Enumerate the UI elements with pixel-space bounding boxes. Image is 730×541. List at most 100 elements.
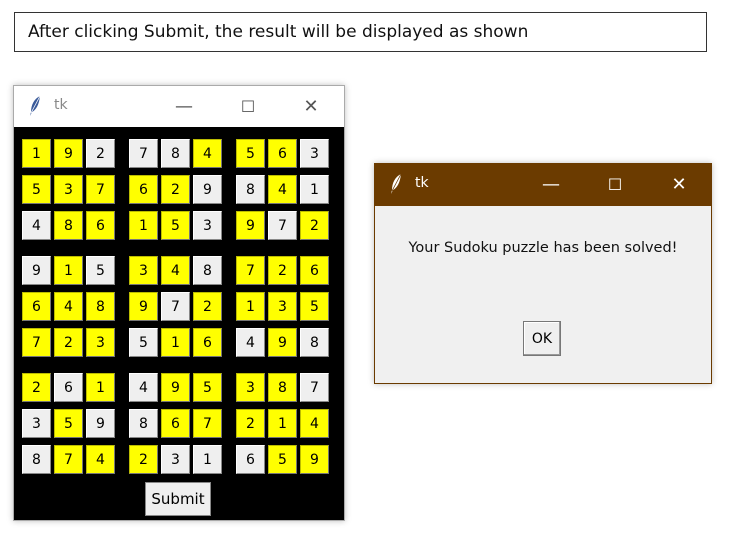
sudoku-cell[interactable]: 6	[129, 175, 158, 204]
sudoku-cell[interactable]: 2	[86, 139, 115, 168]
submit-button[interactable]: Submit	[145, 482, 211, 516]
sudoku-cell[interactable]: 4	[129, 373, 158, 402]
dialog-message: Your Sudoku puzzle has been solved!	[408, 240, 678, 256]
dialog-title: tk	[415, 175, 429, 191]
sudoku-cell[interactable]: 5	[22, 175, 51, 204]
sudoku-cell[interactable]: 6	[193, 328, 222, 357]
maximize-button[interactable]: ☐	[225, 86, 271, 126]
sudoku-cell[interactable]: 9	[236, 211, 265, 240]
sudoku-cell[interactable]: 3	[54, 175, 83, 204]
sudoku-cell[interactable]: 8	[193, 256, 222, 285]
sudoku-cell[interactable]: 2	[268, 256, 297, 285]
sudoku-cell[interactable]: 2	[22, 373, 51, 402]
sudoku-cell[interactable]: 2	[193, 292, 222, 321]
sudoku-cell[interactable]: 6	[236, 445, 265, 474]
sudoku-cell[interactable]: 8	[161, 139, 190, 168]
dialog-close-button[interactable]: ✕	[656, 164, 702, 204]
instruction-caption: After clicking Submit, the result will b…	[14, 12, 707, 52]
sudoku-cell[interactable]: 3	[22, 409, 51, 438]
sudoku-cell[interactable]: 4	[22, 211, 51, 240]
sudoku-cell[interactable]: 2	[129, 445, 158, 474]
sudoku-cell[interactable]: 4	[300, 409, 329, 438]
sudoku-cell[interactable]: 8	[300, 328, 329, 357]
sudoku-window: tk — ☐ ✕ Submit 192784563537629841486153…	[13, 85, 345, 521]
sudoku-cell[interactable]: 3	[86, 328, 115, 357]
dialog-minimize-button[interactable]: —	[528, 164, 574, 204]
sudoku-cell[interactable]: 8	[129, 409, 158, 438]
sudoku-cell[interactable]: 5	[300, 292, 329, 321]
sudoku-cell[interactable]: 3	[193, 211, 222, 240]
sudoku-cell[interactable]: 6	[86, 211, 115, 240]
sudoku-cell[interactable]: 6	[54, 373, 83, 402]
sudoku-cell[interactable]: 5	[236, 139, 265, 168]
dialog-maximize-button[interactable]: ☐	[592, 164, 638, 204]
sudoku-cell[interactable]: 1	[236, 292, 265, 321]
sudoku-cell[interactable]: 7	[193, 409, 222, 438]
sudoku-cell[interactable]: 4	[54, 292, 83, 321]
dialog-titlebar: tk — ☐ ✕	[375, 164, 711, 206]
sudoku-cell[interactable]: 1	[86, 373, 115, 402]
sudoku-cell[interactable]: 9	[86, 409, 115, 438]
sudoku-cell[interactable]: 7	[129, 139, 158, 168]
sudoku-cell[interactable]: 8	[268, 373, 297, 402]
sudoku-cell[interactable]: 7	[236, 256, 265, 285]
minimize-button[interactable]: —	[161, 86, 207, 126]
sudoku-cell[interactable]: 9	[268, 328, 297, 357]
sudoku-cell[interactable]: 5	[268, 445, 297, 474]
sudoku-cell[interactable]: 1	[300, 175, 329, 204]
sudoku-cell[interactable]: 7	[22, 328, 51, 357]
sudoku-cell[interactable]: 2	[161, 175, 190, 204]
sudoku-cell[interactable]: 4	[193, 139, 222, 168]
sudoku-cell[interactable]: 7	[161, 292, 190, 321]
sudoku-cell[interactable]: 6	[300, 256, 329, 285]
solved-dialog: tk — ☐ ✕ Your Sudoku puzzle has been sol…	[374, 163, 712, 384]
sudoku-cell[interactable]: 1	[268, 409, 297, 438]
sudoku-cell[interactable]: 8	[22, 445, 51, 474]
sudoku-cell[interactable]: 2	[236, 409, 265, 438]
sudoku-cell[interactable]: 8	[86, 292, 115, 321]
close-button[interactable]: ✕	[288, 86, 334, 126]
sudoku-cell[interactable]: 1	[54, 256, 83, 285]
sudoku-cell[interactable]: 2	[300, 211, 329, 240]
sudoku-cell[interactable]: 6	[161, 409, 190, 438]
sudoku-cell[interactable]: 6	[268, 139, 297, 168]
sudoku-cell[interactable]: 8	[54, 211, 83, 240]
sudoku-cell[interactable]: 5	[86, 256, 115, 285]
sudoku-cell[interactable]: 5	[54, 409, 83, 438]
ok-button[interactable]: OK	[523, 321, 561, 356]
sudoku-cell[interactable]: 5	[193, 373, 222, 402]
sudoku-cell[interactable]: 5	[129, 328, 158, 357]
sudoku-cell[interactable]: 1	[22, 139, 51, 168]
sudoku-cell[interactable]: 6	[22, 292, 51, 321]
sudoku-cell[interactable]: 1	[161, 328, 190, 357]
sudoku-cell[interactable]: 4	[236, 328, 265, 357]
sudoku-cell[interactable]: 9	[129, 292, 158, 321]
sudoku-cell[interactable]: 7	[86, 175, 115, 204]
sudoku-cell[interactable]: 3	[300, 139, 329, 168]
sudoku-cell[interactable]: 3	[268, 292, 297, 321]
sudoku-board: Submit 192784563537629841486153972915348…	[14, 127, 344, 520]
sudoku-cell[interactable]: 4	[268, 175, 297, 204]
main-titlebar: tk — ☐ ✕	[14, 86, 344, 126]
tk-feather-icon	[391, 173, 402, 194]
sudoku-cell[interactable]: 1	[193, 445, 222, 474]
sudoku-cell[interactable]: 9	[193, 175, 222, 204]
sudoku-cell[interactable]: 4	[86, 445, 115, 474]
sudoku-cell[interactable]: 9	[161, 373, 190, 402]
sudoku-cell[interactable]: 7	[54, 445, 83, 474]
sudoku-cell[interactable]: 7	[300, 373, 329, 402]
sudoku-cell[interactable]: 7	[268, 211, 297, 240]
sudoku-cell[interactable]: 9	[300, 445, 329, 474]
sudoku-cell[interactable]: 1	[129, 211, 158, 240]
window-title: tk	[54, 97, 68, 113]
sudoku-cell[interactable]: 8	[236, 175, 265, 204]
sudoku-cell[interactable]: 9	[22, 256, 51, 285]
sudoku-cell[interactable]: 3	[129, 256, 158, 285]
sudoku-cell[interactable]: 2	[54, 328, 83, 357]
sudoku-cell[interactable]: 3	[236, 373, 265, 402]
sudoku-cell[interactable]: 9	[54, 139, 83, 168]
sudoku-cell[interactable]: 4	[161, 256, 190, 285]
tk-feather-icon	[30, 95, 41, 116]
sudoku-cell[interactable]: 3	[161, 445, 190, 474]
sudoku-cell[interactable]: 5	[161, 211, 190, 240]
